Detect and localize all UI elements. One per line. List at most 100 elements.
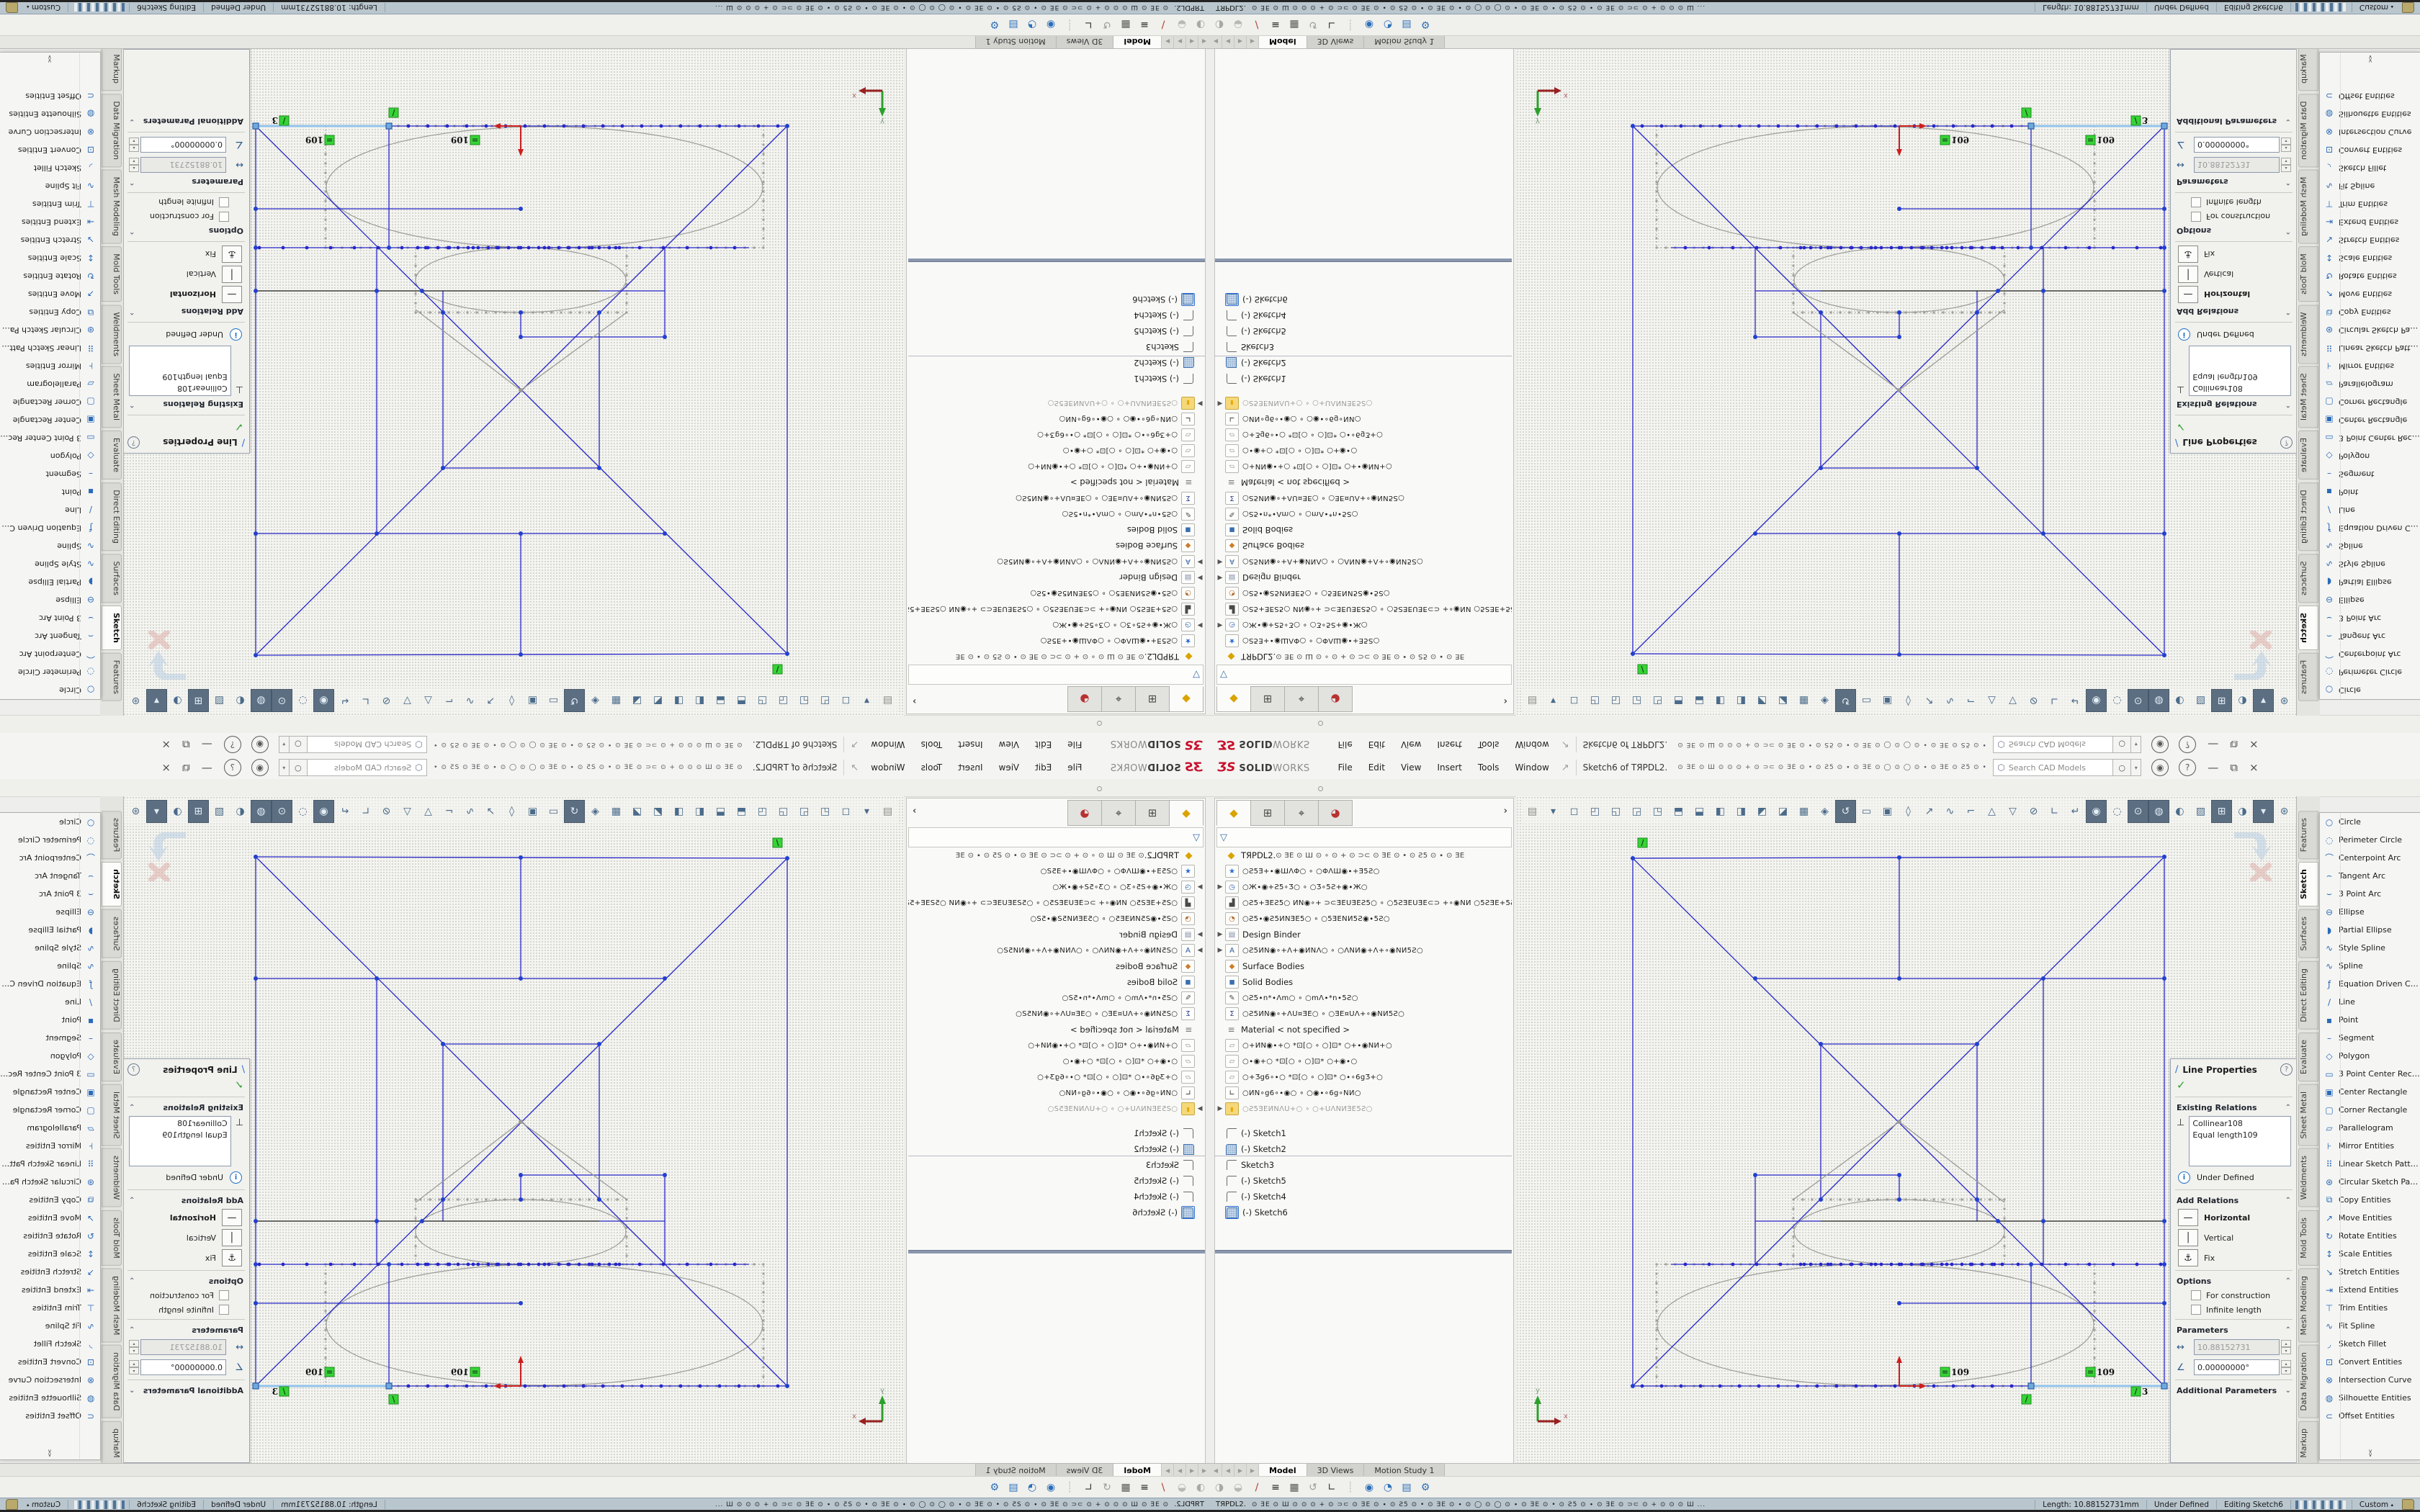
tree-item[interactable]: ▶◷○Ж∙◉+Ƨ5∘Ʒ○ ∘ ○Ʒ∘5Ƨ+◉∙Ж○ — [1215, 617, 1512, 633]
tree-item[interactable]: (-) Sketch2 — [1215, 355, 1512, 371]
command-tab-mold-tools[interactable]: Mold Tools — [102, 1210, 122, 1266]
command-tab-markup[interactable]: Markup — [2298, 1421, 2318, 1465]
menu-edit[interactable]: Edit — [1027, 737, 1059, 752]
tool-equation-driven-curve[interactable]: ƒEquation Driven Curve — [2320, 975, 2420, 993]
pin-icon[interactable]: ↗ — [851, 762, 859, 773]
doc-tab-nav-icon[interactable]: ▶ — [1173, 35, 1186, 48]
expander-icon[interactable]: ▶ — [1215, 931, 1225, 938]
panel-expand-icon[interactable]: › — [913, 806, 916, 816]
help-icon[interactable]: ? — [224, 759, 241, 776]
tree-item[interactable]: ◆Surface Bodies — [1215, 538, 1512, 554]
add-relation-horizontal[interactable]: —Horizontal — [123, 284, 249, 305]
bottom-tool-icon-3[interactable]: ≡ — [1266, 19, 1285, 30]
expander-icon[interactable]: ▶ — [1195, 883, 1205, 891]
tool-move-entities[interactable]: ↗Move Entities — [2320, 1209, 2420, 1227]
tree-item[interactable]: (-) Sketch2 — [908, 355, 1205, 371]
command-tab-evaluate[interactable]: Evaluate — [102, 1032, 122, 1081]
option-infinite-length[interactable]: Infinite length — [123, 195, 249, 210]
bottom-tool-icon-1[interactable]: ◒ — [1229, 19, 1247, 30]
relation-badge[interactable]: ∕ — [2022, 1395, 2031, 1404]
tool-offset-entities[interactable]: ⊂Offset Entities — [0, 1407, 100, 1425]
tag-icon[interactable] — [2402, 2, 2414, 13]
tool-mirror-entities[interactable]: ⊦Mirror Entities — [0, 1137, 100, 1155]
tree-item[interactable]: Σ○Ƨ5ИN◉∘+ΛU¤ƎE○ ∘ ○ƎE¤UΛ+∘◉NИ5Ƨ○ — [908, 490, 1205, 506]
checkbox[interactable] — [2191, 1290, 2201, 1300]
relation-badge[interactable]: ∕3 — [2131, 115, 2148, 125]
tool-style-spline[interactable]: ∿Style Spline — [2320, 555, 2420, 573]
tool-scale-entities[interactable]: ↕Scale Entities — [2320, 249, 2420, 267]
tree-item[interactable]: Sketch3 — [908, 1157, 1205, 1173]
command-tab-data-migration[interactable]: Data Migration — [2298, 94, 2318, 167]
tool-style-spline[interactable]: ∿Style Spline — [0, 555, 100, 573]
bottom-tool-icon-5[interactable]: ↺ — [1098, 19, 1116, 30]
fix-icon[interactable]: ⚓ — [222, 246, 242, 263]
fm-tab-property-tab[interactable]: ⊞ — [1250, 800, 1285, 826]
section-existing-relations[interactable]: Existing Relations⌃ — [2171, 397, 2297, 413]
expander-icon[interactable]: ▶ — [1195, 621, 1205, 629]
fm-tab-display-manager[interactable]: ◕ — [1318, 800, 1353, 826]
tool-perimeter-circle[interactable]: ◌Perimeter Circle — [0, 663, 100, 681]
command-tab-features[interactable]: Features — [102, 653, 122, 701]
tool-circular-sketch-pattern[interactable]: ⊛Circular Sketch Pattern — [0, 321, 100, 339]
bottom-tool-icon-7[interactable]: ┊ — [1060, 19, 1079, 30]
tree-item[interactable]: ◼Solid Bodies — [1215, 974, 1512, 990]
tree-item[interactable]: ▶A○Ƨ5ИN◉∘+Λ+◉ИNΛ○ ∘ ○ΛNИ◉+Λ+∘◉NИ5Ƨ○ — [908, 554, 1205, 570]
fm-tab-display-manager[interactable]: ◕ — [1318, 686, 1353, 712]
tool-line[interactable]: ∕Line — [0, 501, 100, 519]
section-additional-parameters[interactable]: Additional Parameters⌄ — [2171, 1382, 2297, 1398]
tree-filter-input[interactable]: ▽ — [1216, 665, 1512, 685]
relation-badge[interactable]: ∕3 — [272, 115, 289, 125]
add-relation-horizontal[interactable]: —Horizontal — [123, 1207, 249, 1228]
checkbox[interactable] — [219, 1305, 229, 1315]
ok-button[interactable]: ✓ — [123, 1077, 249, 1094]
expander-icon[interactable]: ▶ — [1195, 558, 1205, 565]
menu-tools[interactable]: Tools — [913, 737, 951, 752]
parameter-value-field[interactable]: 10.88152731 — [2194, 157, 2280, 173]
vertical-icon[interactable]: │ — [2178, 266, 2198, 283]
tool-3-point-center-recta-[interactable]: ▭3 Point Center Recta... — [2320, 429, 2420, 447]
tool-point[interactable]: ▪Point — [2320, 1011, 2420, 1029]
tree-item[interactable]: (-) Sketch1 — [908, 371, 1205, 387]
command-tab-mesh-modeling[interactable]: Mesh Modeling — [102, 1269, 122, 1343]
doc-tab-motion-study-1[interactable]: Motion Study 1 — [975, 1464, 1056, 1477]
ok-button[interactable]: ✓ — [2171, 418, 2297, 435]
search-icon[interactable]: ○ — [289, 759, 307, 776]
tool-linear-sketch-pattern[interactable]: ⠿Linear Sketch Pattern — [0, 1155, 100, 1173]
tool-trim-entities[interactable]: ⊤Trim Entities — [2320, 1299, 2420, 1317]
tool-sketch-fillet[interactable]: ◞Sketch Fillet — [0, 1335, 100, 1353]
vertical-icon[interactable]: │ — [222, 1229, 242, 1246]
account-icon[interactable]: ◉ — [2151, 736, 2169, 753]
search-icon[interactable]: ○ — [289, 736, 307, 753]
relation-badge[interactable]: ∕ — [389, 108, 398, 117]
unit-system-selector[interactable]: Custom ▴ — [19, 3, 68, 12]
more-tools-icon[interactable]: ∨∨ — [0, 55, 100, 63]
command-tab-mold-tools[interactable]: Mold Tools — [2298, 246, 2318, 302]
tree-item[interactable]: ▱○+ИN◉∙+○ *⊡[○ ∘ ○]⊡* ○+∙◉NИ+○ — [1215, 459, 1512, 474]
bottom-tool-icon-7[interactable]: ┊ — [1060, 1482, 1079, 1493]
tree-item[interactable]: ★○Ƨ5Ǝ+∙◉ШΛΦ○ ∘ ○ΦΛШ◉∙+Ǝ5Ƨ○ — [908, 633, 1205, 649]
tool-rotate-entities[interactable]: ↻Rotate Entities — [2320, 267, 2420, 285]
tree-item[interactable]: (-) Sketch6 — [908, 1205, 1205, 1220]
command-tab-mesh-modeling[interactable]: Mesh Modeling — [102, 170, 122, 244]
tree-item[interactable]: ◔○Ƨ5∙◉Ƨ5ИNƎE5○ ∘ ○5ƎENИ5Ƨ◉∙5Ƨ○ — [1215, 585, 1512, 601]
tool-3-point-center-recta-[interactable]: ▭3 Point Center Recta... — [0, 1065, 100, 1083]
tool-fit-spline[interactable]: ∿Fit Spline — [0, 177, 100, 195]
tool-rotate-entities[interactable]: ↻Rotate Entities — [0, 1227, 100, 1245]
bottom-tool-icon-3[interactable]: ≡ — [1135, 19, 1154, 30]
relations-list[interactable]: Collinear108Equal length109 — [129, 346, 231, 396]
tree-item[interactable]: ▟○Ƨ5+ƎEƧ5○ ИN◉∘+ ⊃⊂ƎEUƎEƧ5○ ∘ ○5ƧƎEUƎE⊂⊃… — [1215, 895, 1512, 911]
account-icon[interactable]: ◉ — [2151, 759, 2169, 776]
tool-intersection-curve[interactable]: ⊗Intersection Curve — [0, 123, 100, 141]
command-tab-data-migration[interactable]: Data Migration — [2298, 1345, 2318, 1418]
account-icon[interactable]: ◉ — [251, 736, 269, 753]
add-relation-vertical[interactable]: │Vertical — [123, 1228, 249, 1248]
tree-item[interactable]: ▶◷○Ж∙◉+Ƨ5∘Ʒ○ ∘ ○Ʒ∘5Ƨ+◉∙Ж○ — [1215, 879, 1512, 895]
tool-silhouette-entities[interactable]: ◍Silhouette Entities — [2320, 105, 2420, 123]
spinner-buttons[interactable]: ▴▾ — [2281, 158, 2291, 172]
tree-item[interactable]: (-) Sketch2 — [908, 1141, 1205, 1157]
tool-copy-entities[interactable]: ⧉Copy Entities — [0, 1191, 100, 1209]
relation-entry[interactable]: Equal length109 — [2192, 1130, 2287, 1141]
command-tab-sketch[interactable]: Sketch — [2298, 606, 2318, 650]
add-relation-fix[interactable]: ⚓Fix — [2171, 1248, 2297, 1268]
doc-tab-nav-icon[interactable]: ◀ — [1210, 1464, 1222, 1477]
